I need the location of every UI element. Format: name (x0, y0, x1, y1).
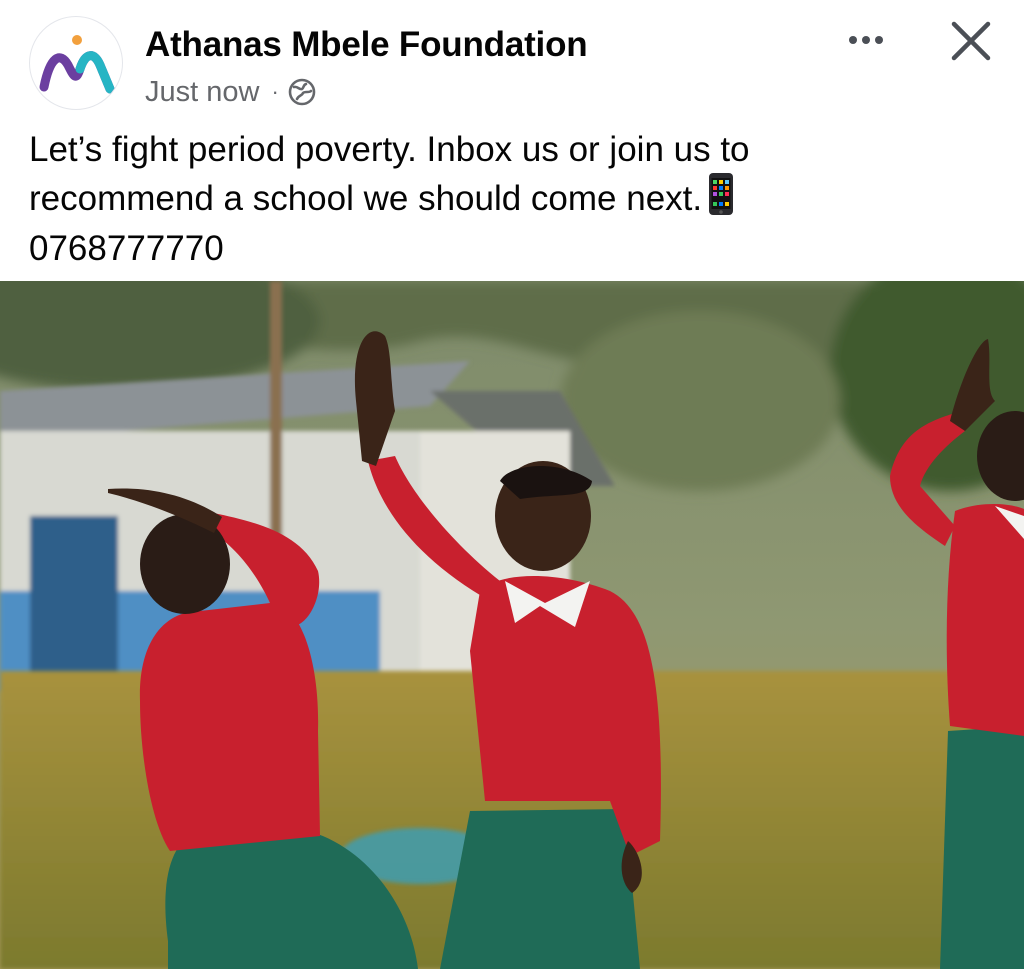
post-text-line: Let’s fight period poverty. Inbox us or … (29, 130, 750, 169)
post-timestamp[interactable]: Just now (145, 76, 259, 109)
post-text-line: recommend a school we should come next. (29, 179, 703, 218)
post-header: Athanas Mbele Foundation Just now · (0, 0, 1024, 130)
post-text-line: 0768777770 (29, 229, 224, 268)
more-options-icon (849, 36, 857, 44)
close-icon (951, 21, 991, 61)
students-waving-photo (0, 281, 1024, 969)
close-button[interactable] (946, 16, 996, 66)
post-text-line-with-emoji: recommend a school we should come next. (29, 172, 989, 227)
post-photo[interactable] (0, 281, 1024, 969)
post-text: Let’s fight period poverty. Inbox us or … (29, 128, 989, 271)
post-meta: Just now · (145, 74, 317, 110)
page-name[interactable]: Athanas Mbele Foundation (145, 25, 588, 65)
mobile-phone-icon (708, 172, 734, 227)
foundation-logo-icon (39, 35, 115, 94)
meta-separator: · (271, 79, 279, 104)
globe-icon (287, 77, 317, 107)
more-options-button[interactable] (838, 22, 894, 58)
page-avatar[interactable] (29, 16, 123, 110)
